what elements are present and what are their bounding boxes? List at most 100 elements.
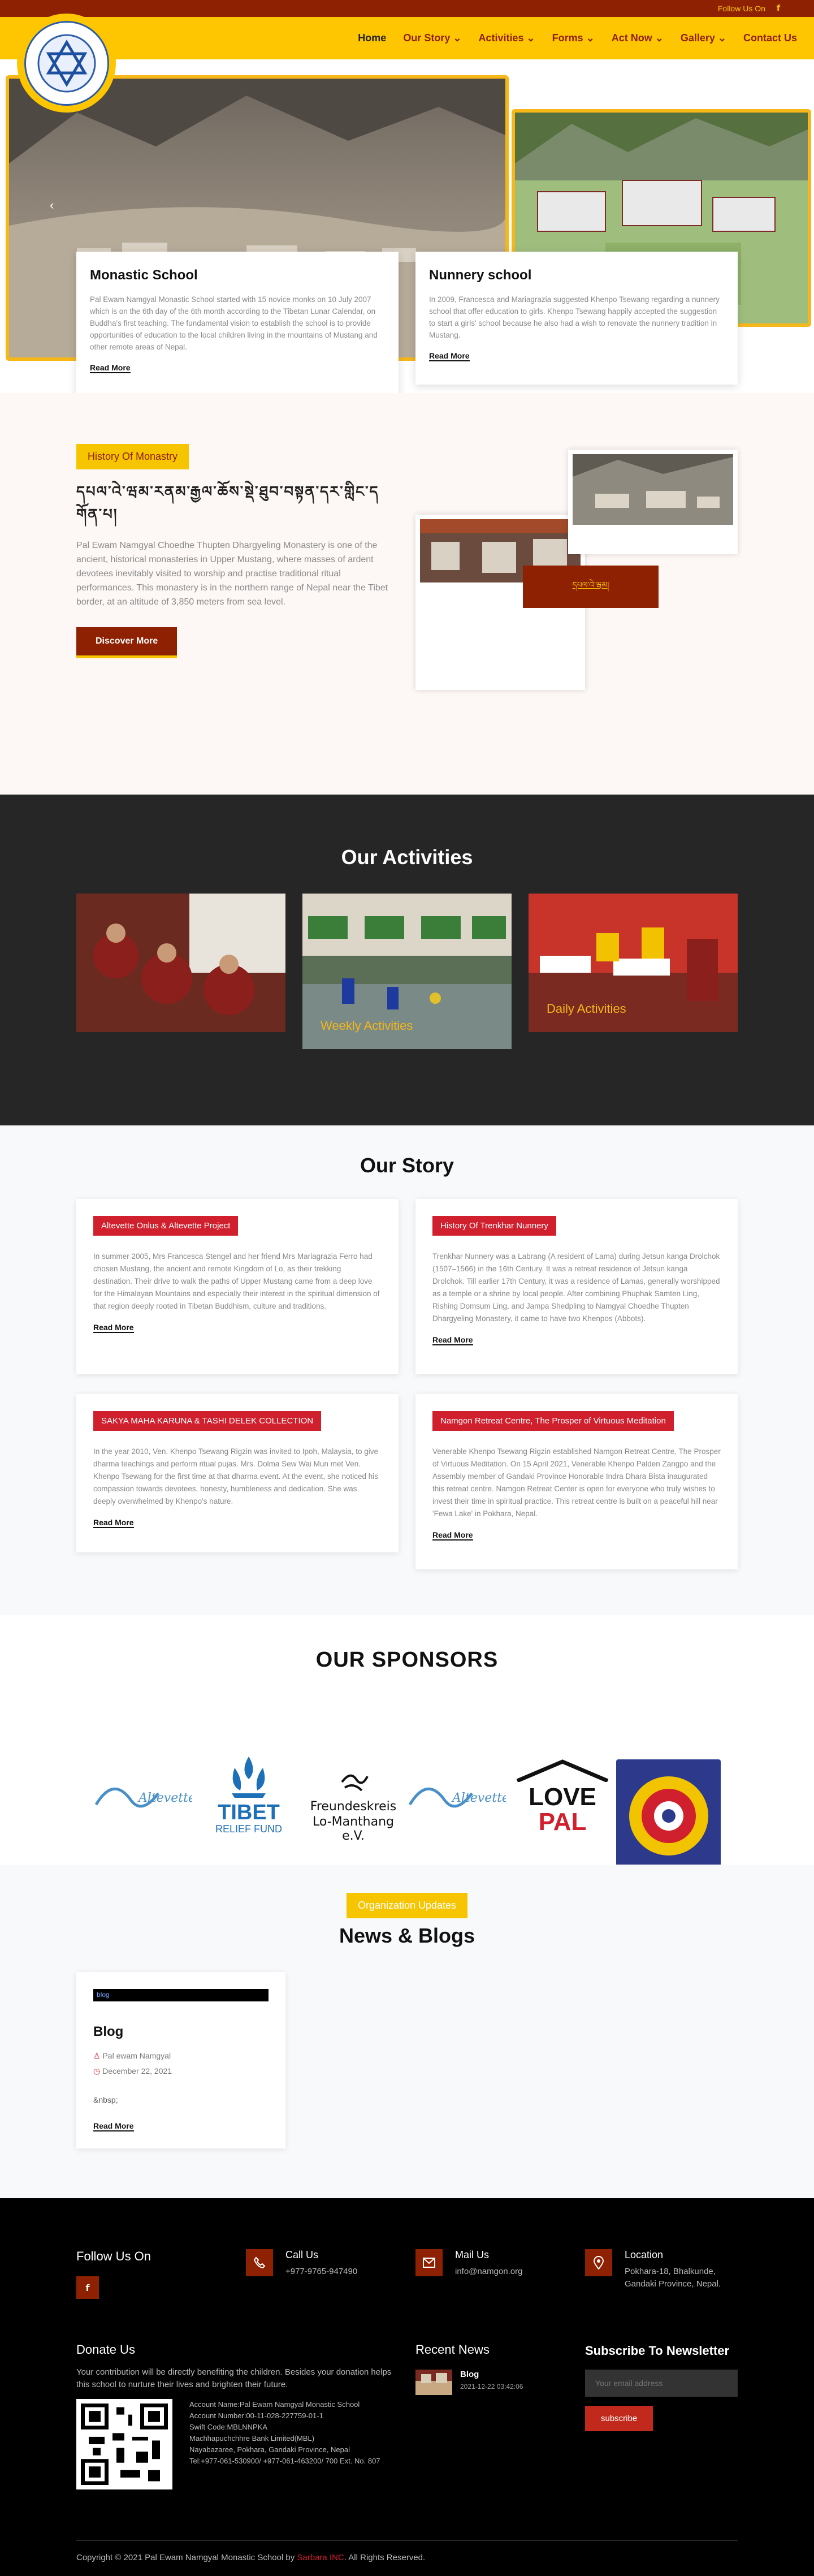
read-more-link[interactable]: Read More xyxy=(432,1335,473,1345)
top-bar: Follow Us On f xyxy=(0,0,814,17)
daily-activities-card[interactable]: Daily Activities xyxy=(529,894,738,1032)
hero-slider: ‹ Monastic School Pal Ewam Namgyal Monas… xyxy=(0,59,814,399)
subscribe-button[interactable]: subscribe xyxy=(585,2406,653,2431)
calendar-icon: ◷ xyxy=(93,2066,101,2076)
sponsors-section: OUR SPONSORS Altevette TIBET RELIEF FUND… xyxy=(0,1615,814,1872)
chevron-down-icon: ⌄ xyxy=(453,32,462,44)
chevron-down-icon: ⌄ xyxy=(655,32,664,44)
nav-activities[interactable]: Activities ⌄ xyxy=(478,32,535,44)
blog-title[interactable]: Blog xyxy=(93,2024,269,2040)
bank-swift-code: Swift Code:MBLNNPKA xyxy=(189,2423,267,2431)
bank-account-number: Account Number:00-11-028-227759-01-1 xyxy=(189,2411,323,2420)
card-title: Monastic School xyxy=(90,267,198,283)
weekly-activities-card[interactable]: Weekly Activities xyxy=(302,894,512,1049)
follow-us-label: Follow Us On xyxy=(717,4,765,13)
recent-news-item[interactable]: Blog 2021-12-22 03:42:06 xyxy=(415,2370,562,2395)
nav-contact-us[interactable]: Contact Us xyxy=(743,32,797,44)
footer-follow-title: Follow Us On xyxy=(76,2249,151,2263)
card-text: In 2009, Francesca and Mariagrazia sugge… xyxy=(429,295,720,339)
activity-label: Weekly Activities xyxy=(321,1019,413,1033)
discover-more-button[interactable]: Discover More xyxy=(76,627,177,658)
story-card: SAKYA MAHA KARUNA & TASHI DELEK COLLECTI… xyxy=(76,1394,399,1552)
monastery-logo[interactable] xyxy=(17,14,116,113)
sponsor-sakya-emblem[interactable] xyxy=(616,1759,721,1872)
slider-prev-arrow[interactable]: ‹ xyxy=(50,198,54,213)
read-more-link[interactable]: Read More xyxy=(93,1518,134,1528)
story-tag: SAKYA MAHA KARUNA & TASHI DELEK COLLECTI… xyxy=(93,1411,322,1431)
history-text: Pal Ewam Namgyal Choedhe Thupten Dhargye… xyxy=(76,541,388,607)
story-card: Namgon Retreat Centre, The Prosper of Vi… xyxy=(415,1394,738,1569)
main-nav: Home Our Story ⌄ Activities ⌄ Forms ⌄ Ac… xyxy=(0,14,814,113)
history-section: History Of Monastry དཔལ་འེ་ཝམ་རནམ་རྒྱལ་ཆ… xyxy=(0,393,814,795)
story-tag: Namgon Retreat Centre, The Prosper of Vi… xyxy=(432,1411,674,1431)
donate-qr-code xyxy=(76,2399,172,2489)
sponsor-freundeskreis[interactable]: Freundeskreis Lo-Manthang e.V. xyxy=(300,1768,407,1843)
footer: Follow Us On f Call Us +977-9765-947490 M… xyxy=(0,2198,814,2576)
story-title: Our Story xyxy=(360,1154,454,1177)
story-text: Trenkhar Nunnery was a Labrang (A reside… xyxy=(432,1252,720,1323)
call-value[interactable]: +977-9765-947490 xyxy=(285,2266,357,2278)
copyright: Copyright © 2021 Pal Ewam Namgyal Monast… xyxy=(76,2553,426,2562)
nav-forms[interactable]: Forms ⌄ xyxy=(552,32,595,44)
nav-home[interactable]: Home xyxy=(358,32,386,44)
mail-title: Mail Us xyxy=(455,2249,490,2260)
nav-gallery[interactable]: Gallery ⌄ xyxy=(681,32,726,44)
activities-section: Our Activities Weekly Activities Daily A… xyxy=(0,795,814,1125)
nunnery-school-card: Nunnery school In 2009, Francesca and Ma… xyxy=(415,252,738,385)
nav-act-now[interactable]: Act Now ⌄ xyxy=(612,32,664,44)
star-of-david-icon xyxy=(37,34,96,92)
sponsor-altevette[interactable]: Altevette xyxy=(90,1765,196,1827)
bank-address: Nayabazaree, Pokhara, Gandaki Province, … xyxy=(189,2445,350,2454)
bank-tel: Tel:+977-061-530900/ +977-061-463200/ 70… xyxy=(189,2457,380,2465)
donate-title: Donate Us xyxy=(76,2342,135,2357)
facebook-icon[interactable]: f xyxy=(777,4,780,13)
monastic-school-card: Monastic School Pal Ewam Namgyal Monasti… xyxy=(76,252,399,399)
our-story-section: Our Story Altevette Onlus & Altevette Pr… xyxy=(0,1125,814,1615)
facebook-icon[interactable]: f xyxy=(76,2276,99,2299)
card-text: Pal Ewam Namgyal Monastic School started… xyxy=(90,295,378,351)
mail-icon xyxy=(415,2249,443,2276)
call-title: Call Us xyxy=(285,2249,319,2260)
activity-card[interactable] xyxy=(76,894,285,1032)
sponsor-tibet-relief-fund[interactable]: TIBET RELIEF FUND xyxy=(204,1754,294,1839)
blog-excerpt: &nbsp; xyxy=(93,2095,118,2104)
sponsor-altevette-onlus[interactable]: Altevette xyxy=(404,1765,509,1827)
blog-card: blog Blog ♙ Pal ewam Namgyal ◷ December … xyxy=(76,1972,285,2148)
read-more-link[interactable]: Read More xyxy=(429,351,470,361)
footer-divider xyxy=(76,2540,738,2541)
developer-link[interactable]: Sarbara INC xyxy=(297,2553,344,2562)
svg-text:Altevette: Altevette xyxy=(137,1791,192,1805)
location-value: Pokhara-18, Bhalkunde, Gandaki Province,… xyxy=(625,2267,721,2289)
user-icon: ♙ xyxy=(93,2051,101,2060)
news-section: Organization Updates News & Blogs blog B… xyxy=(0,1865,814,2198)
read-more-link[interactable]: Read More xyxy=(432,1530,473,1541)
story-text: In the year 2010, Ven. Khenpo Tsewang Ri… xyxy=(93,1447,379,1505)
news-tag: Organization Updates xyxy=(346,1893,468,1918)
chevron-down-icon: ⌄ xyxy=(586,32,595,44)
chevron-down-icon: ⌄ xyxy=(526,32,535,44)
history-title-tibetan: དཔལ་འེ་ཝམ་རནམ་རྒྱལ་ཆོས་སྡེ་ཐུབ་བསྟན་དར་ག… xyxy=(76,484,379,523)
read-more-link[interactable]: Read More xyxy=(93,2121,134,2131)
nav-our-story[interactable]: Our Story ⌄ xyxy=(403,32,461,44)
activities-title: Our Activities xyxy=(341,845,473,869)
story-tag: History Of Trenkhar Nunnery xyxy=(432,1216,556,1236)
chevron-down-icon: ⌄ xyxy=(717,32,726,44)
donate-text: Your contribution will be directly benef… xyxy=(76,2367,392,2389)
location-title: Location xyxy=(625,2249,664,2260)
activity-label: Daily Activities xyxy=(547,1002,626,1016)
read-more-link[interactable]: Read More xyxy=(90,363,131,373)
story-text: In summer 2005, Mrs Francesca Stengel an… xyxy=(93,1252,380,1310)
newsletter-email-input[interactable] xyxy=(585,2370,738,2397)
tibetan-label-box[interactable]: དཔལ་འེ་ཝམ། xyxy=(523,566,659,608)
recent-news-date: 2021-12-22 03:42:06 xyxy=(460,2383,523,2391)
story-card: History Of Trenkhar Nunnery Trenkhar Nun… xyxy=(415,1199,738,1374)
read-more-link[interactable]: Read More xyxy=(93,1323,134,1333)
recent-news-title: Recent News xyxy=(415,2342,490,2357)
svg-text:Altevette: Altevette xyxy=(451,1791,506,1805)
story-tag: Altevette Onlus & Altevette Project xyxy=(93,1216,239,1236)
news-title: News & Blogs xyxy=(339,1924,475,1947)
blog-image-placeholder[interactable]: blog xyxy=(93,1989,269,2001)
sponsor-love-pal[interactable]: LOVE PAL xyxy=(512,1759,613,1850)
mail-value[interactable]: info@namgon.org xyxy=(455,2266,522,2278)
card-title: Nunnery school xyxy=(429,267,532,283)
